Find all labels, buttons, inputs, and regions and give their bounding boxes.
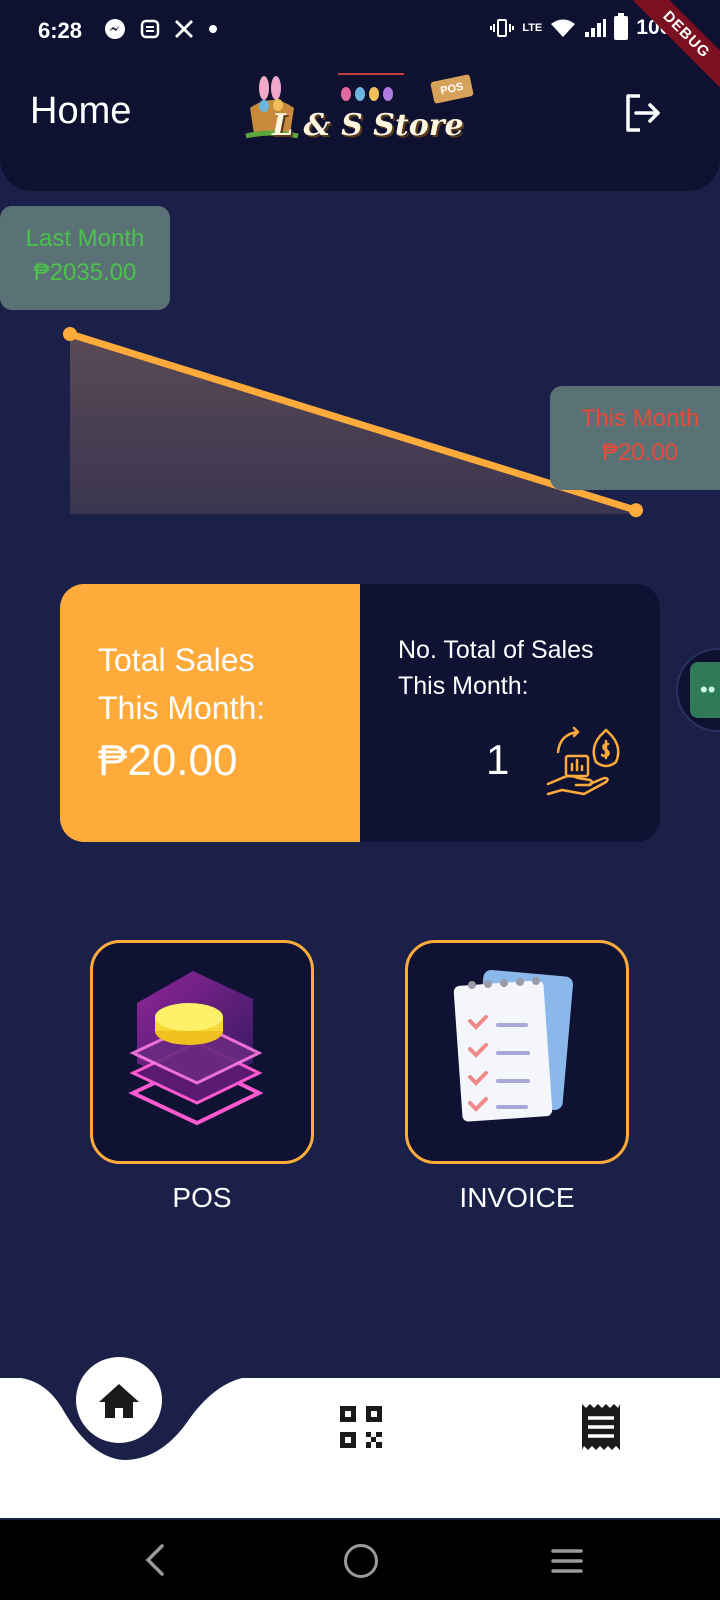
sales-summary-card: Total Sales This Month: ₱20.00 No. Total… <box>60 584 660 842</box>
sales-count-label-2: This Month: <box>398 672 529 700</box>
money-bag-hand-icon <box>546 726 620 796</box>
logo-pos-sign: POS <box>430 74 474 104</box>
signal-icon <box>585 19 607 37</box>
last-month-value: ₱2035.00 <box>33 259 137 286</box>
logout-icon[interactable] <box>622 92 664 134</box>
wifi-icon <box>551 19 576 37</box>
logo-text: L & S Store <box>272 108 464 143</box>
lte-icon: LTE <box>522 21 543 34</box>
total-sales-label-1: Total Sales <box>98 642 255 678</box>
this-month-title: This Month <box>580 405 700 432</box>
total-sales-panel: Total Sales This Month: ₱20.00 <box>60 584 360 842</box>
page-title: Home <box>30 90 132 132</box>
last-month-label: Last Month ₱2035.00 <box>0 206 170 310</box>
pos-stack-icon <box>128 971 264 1126</box>
this-month-label: This Month ₱20.00 <box>550 386 720 490</box>
pos-tile-button[interactable] <box>90 940 314 1164</box>
chart-point-this-month <box>629 503 643 518</box>
x-icon <box>175 20 193 38</box>
floating-side-handle[interactable]: •• <box>676 648 720 732</box>
invoice-tile-label: INVOICE <box>459 1182 575 1213</box>
total-sales-value: ₱20.00 <box>98 736 238 785</box>
vibrate-icon <box>490 19 515 37</box>
back-icon[interactable] <box>142 1540 166 1580</box>
recents-menu-icon[interactable] <box>550 1546 584 1576</box>
more-options-icon[interactable]: •• <box>690 662 720 718</box>
receipt-icon[interactable] <box>578 1402 624 1452</box>
sales-count-value: 1 <box>486 736 510 783</box>
this-month-value: ₱20.00 <box>601 439 679 466</box>
app-notification-icon <box>140 19 160 39</box>
qr-code-icon[interactable] <box>338 1404 384 1450</box>
nav-home-button[interactable] <box>76 1357 162 1443</box>
invoice-notepad-icon <box>453 969 574 1122</box>
sales-count-panel: No. Total of Sales This Month: 1 <box>360 584 660 842</box>
notification-icons <box>104 18 218 40</box>
battery-icon <box>614 13 629 40</box>
status-bar: 6:28 LTE 100% DEBUG <box>0 0 720 94</box>
hanging-eggs-icon <box>338 73 404 101</box>
invoice-tile-button[interactable] <box>405 940 629 1164</box>
store-logo: POS L & S Store <box>242 70 478 150</box>
sales-count-label-1: No. Total of Sales <box>398 636 594 664</box>
pos-tile-label: POS <box>172 1182 232 1213</box>
system-home-icon[interactable] <box>344 1544 378 1578</box>
chart-point-last-month <box>63 327 77 341</box>
total-sales-label-2: This Month: <box>98 690 266 726</box>
status-time: 6:28 <box>38 18 83 43</box>
home-icon <box>99 1384 139 1418</box>
last-month-title: Last Month <box>25 225 145 252</box>
messenger-icon <box>105 19 125 39</box>
dot-icon <box>209 25 217 33</box>
